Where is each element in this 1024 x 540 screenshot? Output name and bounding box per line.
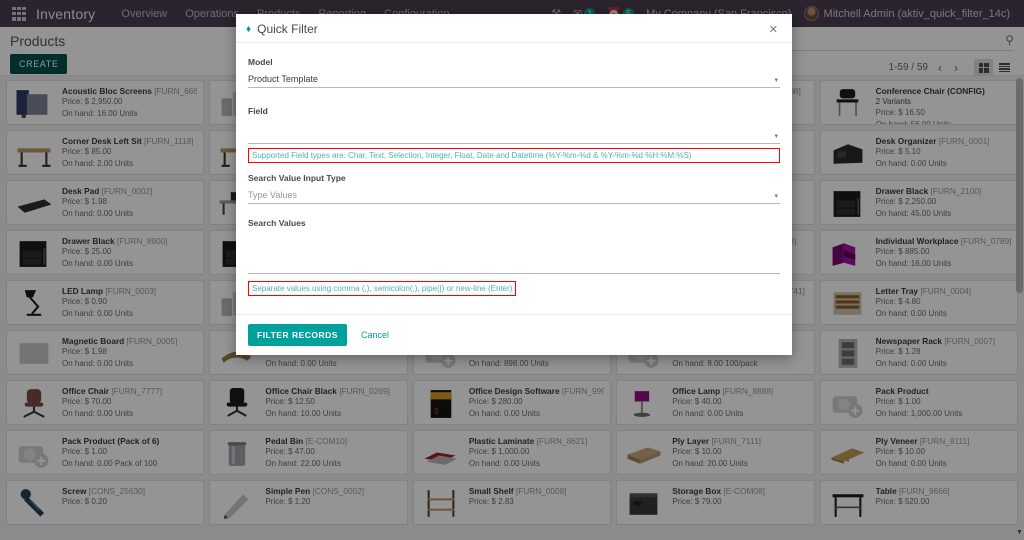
search-values-label: Search Values: [248, 218, 306, 228]
field-hint-row: Supported Field types are: Char, Text, S…: [248, 148, 780, 163]
close-icon[interactable]: ✕: [767, 23, 780, 36]
cancel-button[interactable]: Cancel: [361, 330, 389, 340]
model-field-group: Model ▾: [248, 57, 780, 88]
input-type-select[interactable]: [248, 188, 780, 204]
dialog-title: Quick Filter: [257, 22, 318, 36]
input-type-label: Search Value Input Type: [248, 173, 346, 183]
search-values-wrap: [248, 230, 780, 274]
search-values-input[interactable]: [248, 230, 780, 274]
search-values-group: Search Values: [248, 218, 780, 274]
filter-icon: ♦: [246, 23, 252, 35]
model-input[interactable]: [248, 72, 780, 88]
model-label: Model: [248, 57, 273, 67]
field-input-wrap: ▾: [248, 118, 780, 144]
input-type-group: Search Value Input Type ▾: [248, 173, 780, 204]
field-field-group: Field ▾: [248, 106, 780, 144]
quick-filter-dialog: ♦ Quick Filter ✕ Model ▾ Field ▾ Support…: [236, 14, 792, 355]
field-input[interactable]: [248, 118, 780, 144]
dialog-body: Model ▾ Field ▾ Supported Field types ar…: [236, 43, 792, 314]
input-type-wrap: ▾: [248, 185, 780, 204]
filter-records-button[interactable]: FILTER RECORDS: [248, 324, 347, 346]
search-values-hint-row: Separate values using comma (,), semicol…: [248, 278, 780, 296]
field-supported-types-hint: Supported Field types are: Char, Text, S…: [248, 148, 780, 163]
search-values-hint: Separate values using comma (,), semicol…: [248, 281, 517, 296]
dialog-footer: FILTER RECORDS Cancel: [236, 314, 792, 355]
field-label: Field: [248, 106, 268, 116]
model-input-wrap: ▾: [248, 69, 780, 88]
dialog-header: ♦ Quick Filter ✕: [236, 14, 792, 43]
